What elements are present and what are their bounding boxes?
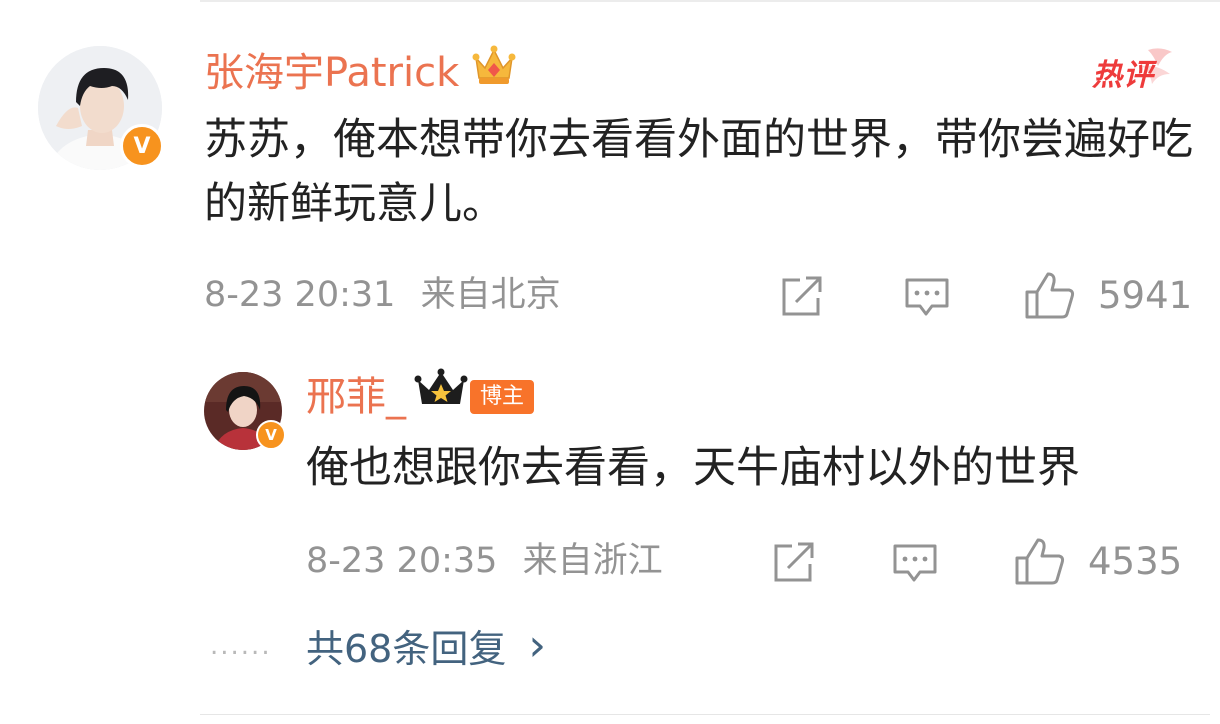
view-replies-label: 共68条回复 — [306, 627, 507, 671]
avatar[interactable]: V — [38, 46, 164, 170]
reply-author-row: 邢菲_ 博主 — [306, 368, 535, 425]
reply-author-name[interactable]: 邢菲_ — [306, 371, 406, 423]
comment-bubble-icon — [905, 278, 949, 316]
comment-author-row: 张海宇Patrick — [204, 44, 517, 101]
verified-badge: V — [256, 420, 286, 450]
comment-author-name[interactable]: 张海宇Patrick — [204, 47, 459, 99]
thumbs-up-icon — [1025, 272, 1075, 319]
comment-location: 来自北京 — [420, 275, 561, 315]
like-count: 5941 — [1098, 273, 1193, 317]
top-divider — [200, 0, 1220, 2]
hot-comment-label: 热评 — [1092, 58, 1154, 93]
view-replies-link[interactable]: 共68条回复 › — [306, 618, 546, 673]
host-badge: 博主 — [470, 379, 535, 414]
reply-like-count: 4535 — [1088, 539, 1183, 583]
comment-meta: 8-23 20:31 来自北京 — [204, 272, 561, 318]
crown-icon — [471, 44, 517, 101]
comment-button[interactable] — [904, 276, 950, 320]
hot-comment-tag: 热评 — [1090, 44, 1176, 96]
reply-comment-button[interactable] — [892, 542, 938, 586]
share-icon — [782, 276, 822, 316]
more-replies-row: ...... 共68条回复 › — [210, 618, 546, 673]
reply-share-button[interactable] — [770, 540, 818, 584]
reply-location: 来自浙江 — [522, 541, 663, 581]
thumbs-up-icon — [1015, 538, 1065, 585]
share-button[interactable] — [778, 274, 826, 318]
reply-avatar[interactable]: V — [204, 372, 286, 450]
reply-meta: 8-23 20:35 来自浙江 — [306, 538, 663, 584]
chevron-right-icon: › — [528, 620, 546, 671]
verified-badge: V — [120, 124, 164, 168]
like-button[interactable]: 5941 — [1024, 270, 1192, 320]
crown-icon — [414, 368, 468, 425]
bottom-divider — [200, 714, 1210, 715]
reply-text: 俺也想跟你去看看，天牛庙村以外的世界 — [306, 443, 1080, 493]
comment-bubble-icon — [893, 544, 937, 582]
reply-like-button[interactable]: 4535 — [1014, 536, 1182, 586]
reply-time: 8-23 20:35 — [306, 541, 498, 581]
share-icon — [774, 542, 814, 582]
dots-separator: ...... — [210, 630, 272, 661]
comment-text: 苏苏，俺本想带你去看看外面的世界，带你尝遍好吃的新鲜玩意儿。 — [204, 115, 1193, 229]
comment-time: 8-23 20:31 — [204, 275, 396, 315]
